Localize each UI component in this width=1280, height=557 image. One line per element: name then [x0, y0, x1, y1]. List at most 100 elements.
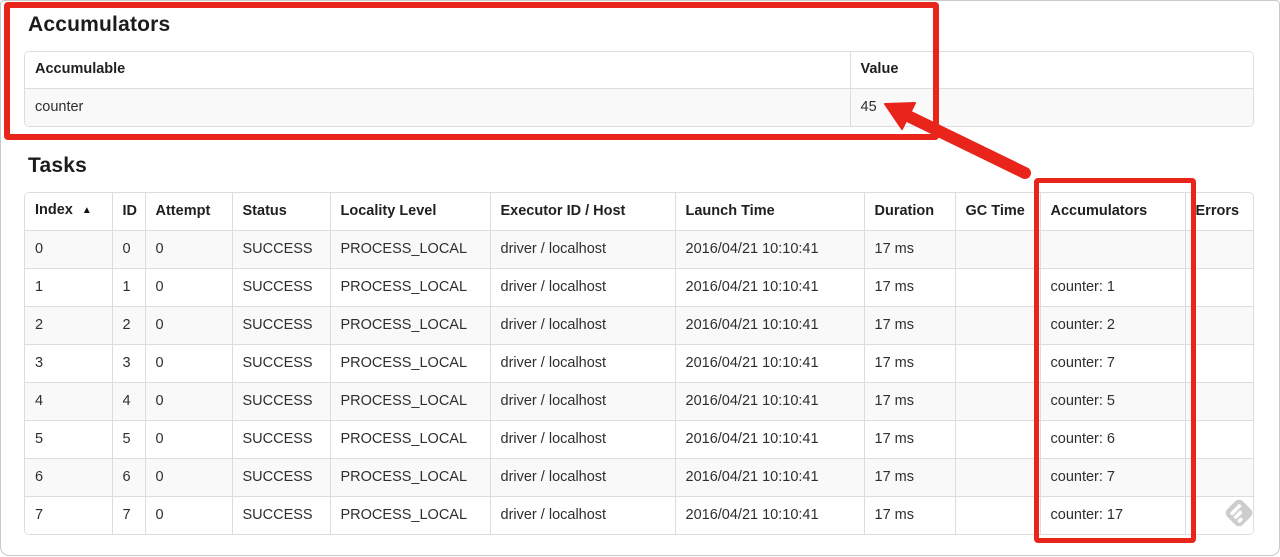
accumulators-table-header: Accumulable Value — [25, 52, 1253, 89]
table-cell: driver / localhost — [489, 496, 676, 534]
table-cell: 0 — [144, 268, 233, 307]
table-cell: PROCESS_LOCAL — [329, 458, 491, 497]
table-cell — [1184, 306, 1253, 345]
table-cell: 2016/04/21 10:10:41 — [674, 306, 865, 345]
table-cell: PROCESS_LOCAL — [329, 496, 491, 534]
col-header-gc-time[interactable]: GC Time — [954, 193, 1041, 231]
table-cell: 0 — [144, 382, 233, 421]
table-cell: 6 — [25, 458, 113, 497]
col-header-value: Value — [849, 52, 1253, 89]
col-header-executor-id-host[interactable]: Executor ID / Host — [489, 193, 676, 231]
col-header-index[interactable]: Index ▲ — [25, 193, 113, 231]
col-header-errors[interactable]: Errors — [1184, 193, 1253, 231]
col-header-index-label: Index — [35, 202, 73, 218]
table-cell: counter: 2 — [1039, 306, 1186, 345]
col-header-accumulators[interactable]: Accumulators — [1039, 193, 1186, 231]
table-row: 5 5 0 SUCCESS PROCESS_LOCAL driver / localhos… — [25, 420, 1253, 459]
table-cell: 17 ms — [863, 420, 956, 459]
table-cell — [954, 496, 1041, 534]
table-row: counter 45 — [25, 88, 1253, 126]
table-cell: 5 — [111, 420, 146, 459]
accumulators-table: Accumulable Value counter 45 — [24, 51, 1254, 127]
table-cell: 7 — [111, 496, 146, 534]
table-cell: 45 — [849, 88, 1253, 126]
table-cell: driver / localhost — [489, 230, 676, 269]
table-cell: driver / localhost — [489, 344, 676, 383]
table-row: 0 0 0 SUCCESS PROCESS_LOCAL driver / localhos… — [25, 230, 1253, 269]
col-header-locality-level[interactable]: Locality Level — [329, 193, 491, 231]
table-cell: SUCCESS — [231, 458, 331, 497]
table-cell: 0 — [144, 306, 233, 345]
table-cell: SUCCESS — [231, 230, 331, 269]
col-header-accumulable: Accumulable — [25, 52, 851, 89]
table-cell — [954, 344, 1041, 383]
table-cell — [954, 268, 1041, 307]
table-cell: 0 — [144, 420, 233, 459]
table-cell: 1 — [111, 268, 146, 307]
table-cell — [954, 420, 1041, 459]
table-cell — [954, 458, 1041, 497]
sort-ascending-icon: ▲ — [81, 205, 92, 216]
table-cell: 2 — [111, 306, 146, 345]
table-cell: SUCCESS — [231, 344, 331, 383]
table-cell: 17 ms — [863, 496, 956, 534]
table-cell: PROCESS_LOCAL — [329, 344, 491, 383]
col-header-duration[interactable]: Duration — [863, 193, 956, 231]
tasks-table: Index ▲ ID Attempt Status Locality Level … — [24, 192, 1254, 535]
table-cell: SUCCESS — [231, 268, 331, 307]
col-header-launch-time[interactable]: Launch Time — [674, 193, 865, 231]
table-cell: 17 ms — [863, 268, 956, 307]
table-cell: 1 — [25, 268, 113, 307]
table-cell: PROCESS_LOCAL — [329, 420, 491, 459]
table-row: 6 6 0 SUCCESS PROCESS_LOCAL driver / localhos… — [25, 458, 1253, 497]
table-cell: counter: 5 — [1039, 382, 1186, 421]
header-row: Accumulable Value — [25, 52, 1253, 89]
table-row: 1 1 0 SUCCESS PROCESS_LOCAL driver / localhos… — [25, 268, 1253, 307]
table-row: 7 7 0 SUCCESS PROCESS_LOCAL driver / localhos… — [25, 496, 1253, 534]
table-cell: SUCCESS — [231, 306, 331, 345]
col-header-status[interactable]: Status — [231, 193, 331, 231]
table-cell: counter — [25, 88, 851, 126]
table-cell: 2016/04/21 10:10:41 — [674, 382, 865, 421]
table-cell: SUCCESS — [231, 382, 331, 421]
table-cell: 0 — [144, 458, 233, 497]
table-cell — [1039, 230, 1186, 269]
table-cell: counter: 6 — [1039, 420, 1186, 459]
table-cell — [1184, 268, 1253, 307]
table-cell — [1184, 496, 1253, 534]
accumulators-section-title: Accumulators — [28, 13, 171, 36]
table-cell: 0 — [144, 230, 233, 269]
table-cell: counter: 1 — [1039, 268, 1186, 307]
table-cell: driver / localhost — [489, 306, 676, 345]
table-cell — [954, 306, 1041, 345]
table-cell: 2016/04/21 10:10:41 — [674, 496, 865, 534]
table-cell: 7 — [25, 496, 113, 534]
table-cell: driver / localhost — [489, 420, 676, 459]
table-cell — [1184, 420, 1253, 459]
tasks-table-body: 0 0 0 SUCCESS PROCESS_LOCAL driver / localhos… — [25, 230, 1253, 534]
table-cell: 3 — [111, 344, 146, 383]
table-cell: 17 ms — [863, 306, 956, 345]
table-cell: 4 — [111, 382, 146, 421]
table-cell: PROCESS_LOCAL — [329, 230, 491, 269]
table-cell: 17 ms — [863, 382, 956, 421]
table-cell: driver / localhost — [489, 268, 676, 307]
table-cell: driver / localhost — [489, 382, 676, 421]
table-cell: PROCESS_LOCAL — [329, 268, 491, 307]
header-row: Index ▲ ID Attempt Status Locality Level … — [25, 193, 1253, 231]
table-cell: counter: 7 — [1039, 344, 1186, 383]
table-cell: 17 ms — [863, 230, 956, 269]
table-cell: 0 — [144, 496, 233, 534]
col-header-id[interactable]: ID — [111, 193, 146, 231]
col-header-attempt[interactable]: Attempt — [144, 193, 233, 231]
table-cell — [1184, 230, 1253, 269]
table-cell: counter: 17 — [1039, 496, 1186, 534]
table-cell: 0 — [111, 230, 146, 269]
table-cell — [1184, 382, 1253, 421]
tasks-section-title: Tasks — [28, 154, 87, 177]
table-cell: 0 — [144, 344, 233, 383]
accumulators-table-body: counter 45 — [25, 88, 1253, 126]
table-cell — [954, 230, 1041, 269]
table-cell: counter: 7 — [1039, 458, 1186, 497]
table-cell: SUCCESS — [231, 496, 331, 534]
